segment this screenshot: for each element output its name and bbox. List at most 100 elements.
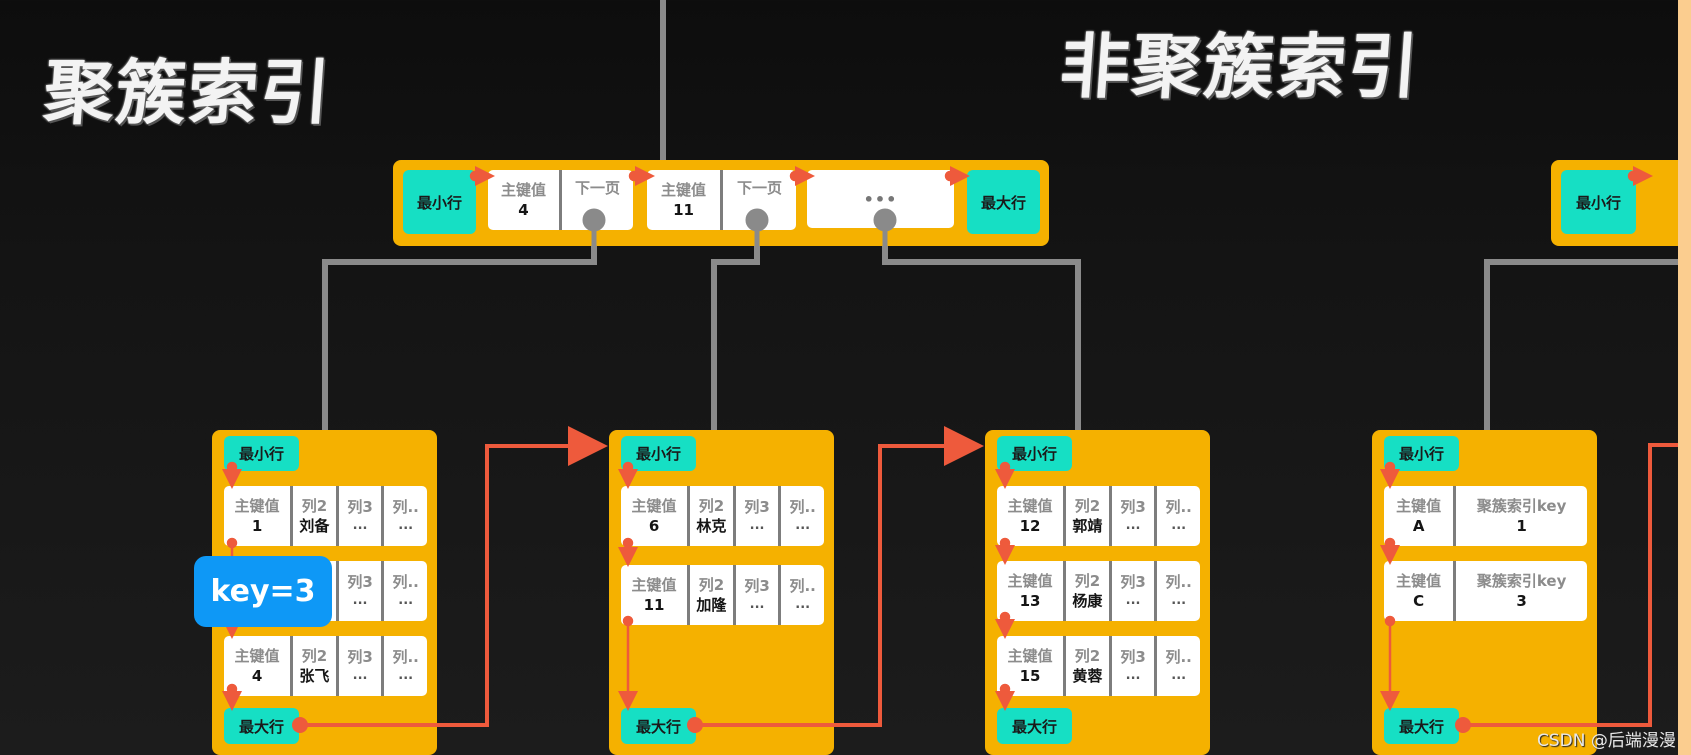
col-value: ... xyxy=(352,518,368,534)
col-value: ... xyxy=(398,668,414,684)
leaf-max-row: 最大行 xyxy=(997,708,1072,744)
col-header: 列2 xyxy=(698,496,725,515)
col-header: 主键值 xyxy=(1007,496,1053,515)
leaf-row[interactable]: 主键值 C 聚簇索引key 3 xyxy=(1384,561,1587,621)
leaf-max-row: 最大行 xyxy=(1384,708,1459,744)
non-clustered-leaf-node: 最小行 主键值 A 聚簇索引key 1 主键值 C 聚簇索引key 3 最大行 xyxy=(1372,430,1597,755)
connector-nc-leaf xyxy=(1484,259,1691,432)
col-header: 列.. xyxy=(1165,498,1192,517)
col-header: 列.. xyxy=(392,573,419,592)
col-header: 主键值 xyxy=(1007,571,1053,590)
col-value: 林克 xyxy=(696,517,727,535)
col-header: 列2 xyxy=(1074,496,1101,515)
leaf-row[interactable]: 主键值 A 聚簇索引key 1 xyxy=(1384,486,1587,546)
col-header: 列3 xyxy=(347,498,373,517)
connector-leaf-3 xyxy=(882,220,1081,432)
col-value: ... xyxy=(1171,593,1187,609)
col-header: 列3 xyxy=(1120,648,1146,667)
leaf-min-row: 最小行 xyxy=(997,436,1072,471)
clustered-leaf-node-3: 最小行 主键值 12 列2 郭靖 列3... 列..... 主键值 13 列2 杨康 列… xyxy=(985,430,1210,755)
connector-leaf-1 xyxy=(322,220,597,432)
col-header: 列2 xyxy=(698,575,725,594)
col-value: 11 xyxy=(643,596,665,614)
col-header: 列3 xyxy=(744,498,770,517)
leaf-row[interactable]: 主键值 12 列2 郭靖 列3... 列..... xyxy=(997,486,1200,546)
col-header: 列3 xyxy=(744,577,770,596)
col-value: A xyxy=(1412,517,1425,535)
watermark: CSDN @后端漫漫 xyxy=(1537,731,1676,751)
root-entry-1[interactable]: 主键值 4 下一页 xyxy=(488,170,633,230)
col-header: 主键值 xyxy=(1396,496,1442,515)
leaf-row[interactable]: 主键值 1 列2 刘备 列3... 列..... xyxy=(224,486,427,546)
col-header: 列2 xyxy=(301,646,328,665)
col-header: 主键值 xyxy=(1396,571,1442,590)
root-entry-pointer: 下一页 xyxy=(574,179,620,197)
leaf-min-row: 最小行 xyxy=(224,436,299,471)
leaf-min-row: 最小行 xyxy=(621,436,696,471)
col-value: 4 xyxy=(251,667,263,685)
col-header: 主键值 xyxy=(1007,646,1053,665)
col-value: C xyxy=(1413,592,1425,610)
col-value: ... xyxy=(749,597,765,613)
col-header: 列.. xyxy=(392,498,419,517)
col-value: ... xyxy=(1125,518,1141,534)
leaf-row[interactable]: 主键值 15 列2 黄蓉 列3... 列..... xyxy=(997,636,1200,696)
col-header: 主键值 xyxy=(631,575,677,594)
leaf-max-row: 最大行 xyxy=(621,708,696,744)
col-header: 列3 xyxy=(1120,498,1146,517)
col-value: 张飞 xyxy=(299,667,330,685)
root-entry-key: 11 xyxy=(673,201,694,219)
col-header: 列.. xyxy=(1165,573,1192,592)
col-header: 列3 xyxy=(1120,573,1146,592)
col-header: 列3 xyxy=(347,648,373,667)
col-header: 聚簇索引key xyxy=(1476,496,1567,515)
col-header: 主键值 xyxy=(234,646,280,665)
col-value: 1 xyxy=(1516,517,1527,535)
col-value: ... xyxy=(1125,668,1141,684)
col-value: ... xyxy=(795,597,811,613)
clustered-leaf-node-2: 最小行 主键值 6 列2 林克 列3... 列..... 主键值 11 列2 加隆 列3… xyxy=(609,430,834,755)
col-value: ... xyxy=(1171,668,1187,684)
leaf-row[interactable]: 主键值 13 列2 杨康 列3... 列..... xyxy=(997,561,1200,621)
col-header: 主键值 xyxy=(631,496,677,515)
leaf-row[interactable]: 主键值 4 列2 张飞 列3... 列..... xyxy=(224,636,427,696)
leaf-row[interactable]: 主键值 11 列2 加隆 列3... 列..... xyxy=(621,565,824,625)
col-value: ... xyxy=(398,593,414,609)
connector-leaf-2 xyxy=(711,220,760,432)
col-value: 15 xyxy=(1019,667,1041,685)
col-value: 刘备 xyxy=(299,517,330,535)
col-value: ... xyxy=(795,518,811,534)
nc-root-min-row: 最小行 xyxy=(1561,170,1636,234)
title-non-clustered-index: 非聚簇索引 xyxy=(1057,26,1423,108)
col-header: 列2 xyxy=(1074,571,1101,590)
col-value: 12 xyxy=(1019,517,1041,535)
col-value: 13 xyxy=(1019,592,1041,610)
col-value: ... xyxy=(1171,518,1187,534)
leaf-row[interactable]: 主键值 6 列2 林克 列3... 列..... xyxy=(621,486,824,546)
root-entry-pointer: 下一页 xyxy=(736,179,782,197)
torn-paper-edge xyxy=(1678,0,1691,755)
ellipsis-icon: ••• xyxy=(863,189,898,209)
col-header: 列3 xyxy=(347,573,373,592)
col-value: 黄蓉 xyxy=(1072,667,1103,685)
col-header: 列2 xyxy=(301,496,328,515)
col-header: 主键值 xyxy=(234,496,280,515)
col-value: 3 xyxy=(1516,592,1527,610)
col-header: 列2 xyxy=(1074,646,1101,665)
col-header: 聚簇索引key xyxy=(1476,571,1567,590)
root-entry-key-label: 主键值 xyxy=(660,180,706,199)
col-value: 杨康 xyxy=(1072,592,1103,610)
col-value: 加隆 xyxy=(696,596,727,614)
title-clustered-index: 聚簇索引 xyxy=(41,52,335,134)
clustered-root-node: 最小行 主键值 4 下一页 主键值 11 下一页 ••• 最大行 xyxy=(393,160,1049,246)
col-header: 列.. xyxy=(392,648,419,667)
non-clustered-root-node: 最小行 主键D xyxy=(1551,160,1691,246)
leaf-min-row: 最小行 xyxy=(1384,436,1459,471)
root-entry-2[interactable]: 主键值 11 下一页 xyxy=(647,170,796,230)
col-value: ... xyxy=(1125,593,1141,609)
leaf-max-row: 最大行 xyxy=(224,708,299,744)
root-more-entries[interactable]: ••• xyxy=(807,170,954,228)
col-value: ... xyxy=(352,593,368,609)
root-entry-key-label: 主键值 xyxy=(500,180,546,199)
col-header: 列.. xyxy=(789,577,816,596)
